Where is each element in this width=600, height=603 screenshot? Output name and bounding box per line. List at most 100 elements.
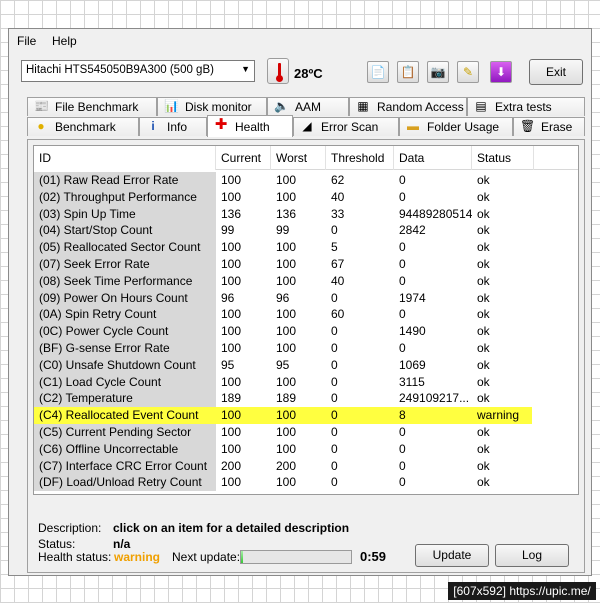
- cell-id: (C0) Unsafe Shutdown Count: [34, 356, 216, 374]
- progress-fill: [241, 551, 244, 563]
- column-header-threshold[interactable]: Threshold: [326, 146, 394, 170]
- tab-file-benchmark[interactable]: 📰 File Benchmark: [27, 97, 157, 116]
- scatter-icon: ▦: [357, 99, 369, 113]
- tab-disk-monitor[interactable]: 📊 Disk monitor: [157, 97, 267, 116]
- cell-data: 0: [399, 257, 406, 271]
- table-row[interactable]: (0C) Power Cycle Count 100 100 0 1490 ok: [34, 323, 578, 340]
- menu-file[interactable]: File: [17, 34, 36, 48]
- cell-worst: 100: [276, 374, 297, 389]
- cell-status: ok: [477, 374, 490, 389]
- table-header: ID Current Worst Threshold Data Status: [34, 146, 578, 170]
- cell-status: ok: [477, 357, 490, 372]
- cell-threshold: 0: [331, 425, 338, 439]
- table-row[interactable]: (C2) Temperature 189 189 0 249109217... ok: [34, 390, 578, 408]
- tab-health[interactable]: ✚ Health: [207, 115, 293, 137]
- cell-current: 200: [221, 458, 242, 473]
- column-header-status[interactable]: Status: [472, 146, 534, 170]
- options-button[interactable]: ✎: [457, 61, 479, 83]
- copy-icon: 📄: [370, 65, 386, 79]
- tab-folder-usage[interactable]: ▬ Folder Usage: [399, 117, 513, 136]
- cell-data: 0: [399, 173, 406, 187]
- cell-data: 0: [399, 189, 406, 204]
- table-row[interactable]: (C4) Reallocated Event Count 100 100 0 8 warn…: [34, 407, 578, 424]
- column-header-data[interactable]: Data: [394, 146, 472, 170]
- menu-help[interactable]: Help: [52, 34, 77, 48]
- table-row[interactable]: (02) Throughput Performance 100 100 40 0 ok: [34, 188, 578, 206]
- cell-id: (C1) Load Cycle Count: [34, 373, 216, 391]
- log-button[interactable]: Log: [495, 544, 569, 567]
- drive-select[interactable]: Hitachi HTS545050B9A300 (500 gB) ▼: [21, 60, 255, 82]
- camera-button[interactable]: 📷: [427, 61, 449, 83]
- tab-label: Random Access: [377, 100, 464, 114]
- cell-data: 8: [394, 407, 472, 424]
- status-footer: Health status: warning Next update: 0:59…: [28, 540, 584, 570]
- table-row[interactable]: (BF) G-sense Error Rate 100 100 0 0 ok: [34, 340, 578, 357]
- camera-icon: 📷: [430, 65, 446, 79]
- table-row[interactable]: (C6) Offline Uncorrectable 100 100 0 0 ok: [34, 440, 578, 458]
- tab-label: Benchmark: [55, 120, 116, 134]
- smart-table[interactable]: ID Current Worst Threshold Data Status (…: [33, 145, 579, 495]
- copy-screenshot-button[interactable]: 📋: [397, 61, 419, 83]
- table-row[interactable]: (08) Seek Time Performance 100 100 40 0 ok: [34, 272, 578, 290]
- cell-status: ok: [477, 257, 490, 271]
- tab-info[interactable]: i Info: [139, 117, 207, 136]
- tab-random-access[interactable]: ▦ Random Access: [349, 97, 467, 116]
- cell-worst: 100: [276, 341, 297, 355]
- toolbar: Hitachi HTS545050B9A300 (500 gB) ▼ 28ºC …: [9, 53, 591, 87]
- table-row[interactable]: (0A) Spin Retry Count 100 100 60 0 ok: [34, 306, 578, 324]
- table-row[interactable]: (01) Raw Read Error Rate 100 100 62 0 ok: [34, 172, 578, 189]
- tab-label: AAM: [295, 100, 322, 114]
- table-row[interactable]: (C1) Load Cycle Count 100 100 0 3115 ok: [34, 373, 578, 391]
- cell-threshold: 0: [331, 374, 338, 389]
- update-button[interactable]: Update: [415, 544, 489, 567]
- column-header-worst[interactable]: Worst: [271, 146, 326, 170]
- cell-current: 100: [221, 324, 242, 339]
- table-row[interactable]: (C0) Unsafe Shutdown Count 95 95 0 1069 ok: [34, 356, 578, 374]
- cell-status: ok: [477, 425, 490, 439]
- cell-status: warning: [472, 407, 532, 424]
- cell-worst: 100: [276, 273, 297, 288]
- table-row[interactable]: (09) Power On Hours Count 96 96 0 1974 ok: [34, 289, 578, 307]
- copy-text-button[interactable]: 📄: [367, 61, 389, 83]
- exit-button[interactable]: Exit: [529, 59, 583, 85]
- table-row[interactable]: (C5) Current Pending Sector 100 100 0 0 ok: [34, 424, 578, 441]
- cell-worst: 100: [276, 307, 297, 322]
- cell-worst: 100: [276, 324, 297, 339]
- cell-worst: 100: [271, 407, 326, 424]
- table-row[interactable]: (07) Seek Error Rate 100 100 67 0 ok: [34, 256, 578, 273]
- cell-current: 100: [221, 441, 242, 456]
- cell-worst: 95: [276, 357, 290, 372]
- cell-threshold: 0: [331, 290, 338, 305]
- table-row[interactable]: (C7) Interface CRC Error Count 200 200 0 0 ok: [34, 457, 578, 475]
- cell-status: ok: [477, 223, 490, 238]
- table-row[interactable]: (DF) Load/Unload Retry Count 100 100 0 0 ok: [34, 474, 578, 492]
- table-row[interactable]: (04) Start/Stop Count 99 99 0 2842 ok: [34, 222, 578, 240]
- tab-error-scan[interactable]: ◢ Error Scan: [293, 117, 399, 136]
- next-update-time: 0:59: [360, 549, 387, 564]
- tab-erase[interactable]: 🗑 Erase: [513, 117, 585, 136]
- tab-label: Extra tests: [495, 100, 552, 114]
- cell-data: 0: [399, 240, 406, 255]
- cell-id: (03) Spin Up Time: [34, 205, 216, 223]
- tab-benchmark[interactable]: ● Benchmark: [27, 117, 139, 136]
- column-header-id[interactable]: ID: [34, 146, 216, 170]
- cell-data: 0: [399, 441, 406, 456]
- table-row[interactable]: (05) Reallocated Sector Count 100 100 5 0 ok: [34, 239, 578, 256]
- tab-label: Info: [167, 120, 188, 134]
- cell-data: 0: [399, 458, 406, 473]
- table-row[interactable]: (03) Spin Up Time 136 136 33 94489280514 ok: [34, 205, 578, 223]
- cell-status: ok: [477, 273, 490, 288]
- cell-current: 100: [221, 307, 242, 322]
- tab-extra-tests[interactable]: ▤ Extra tests: [467, 97, 585, 116]
- cell-threshold: 62: [331, 173, 345, 187]
- cell-threshold: 67: [331, 257, 345, 271]
- cell-threshold: 0: [331, 458, 338, 473]
- cell-threshold: 40: [331, 189, 345, 204]
- column-header-current[interactable]: Current: [216, 146, 271, 170]
- tab-aam[interactable]: 🔈 AAM: [267, 97, 349, 116]
- cell-id: (C5) Current Pending Sector: [34, 424, 216, 441]
- cell-worst: 100: [276, 240, 297, 255]
- cell-status: ok: [477, 240, 490, 255]
- cell-threshold: 40: [331, 273, 345, 288]
- download-button[interactable]: ⬇: [490, 61, 512, 83]
